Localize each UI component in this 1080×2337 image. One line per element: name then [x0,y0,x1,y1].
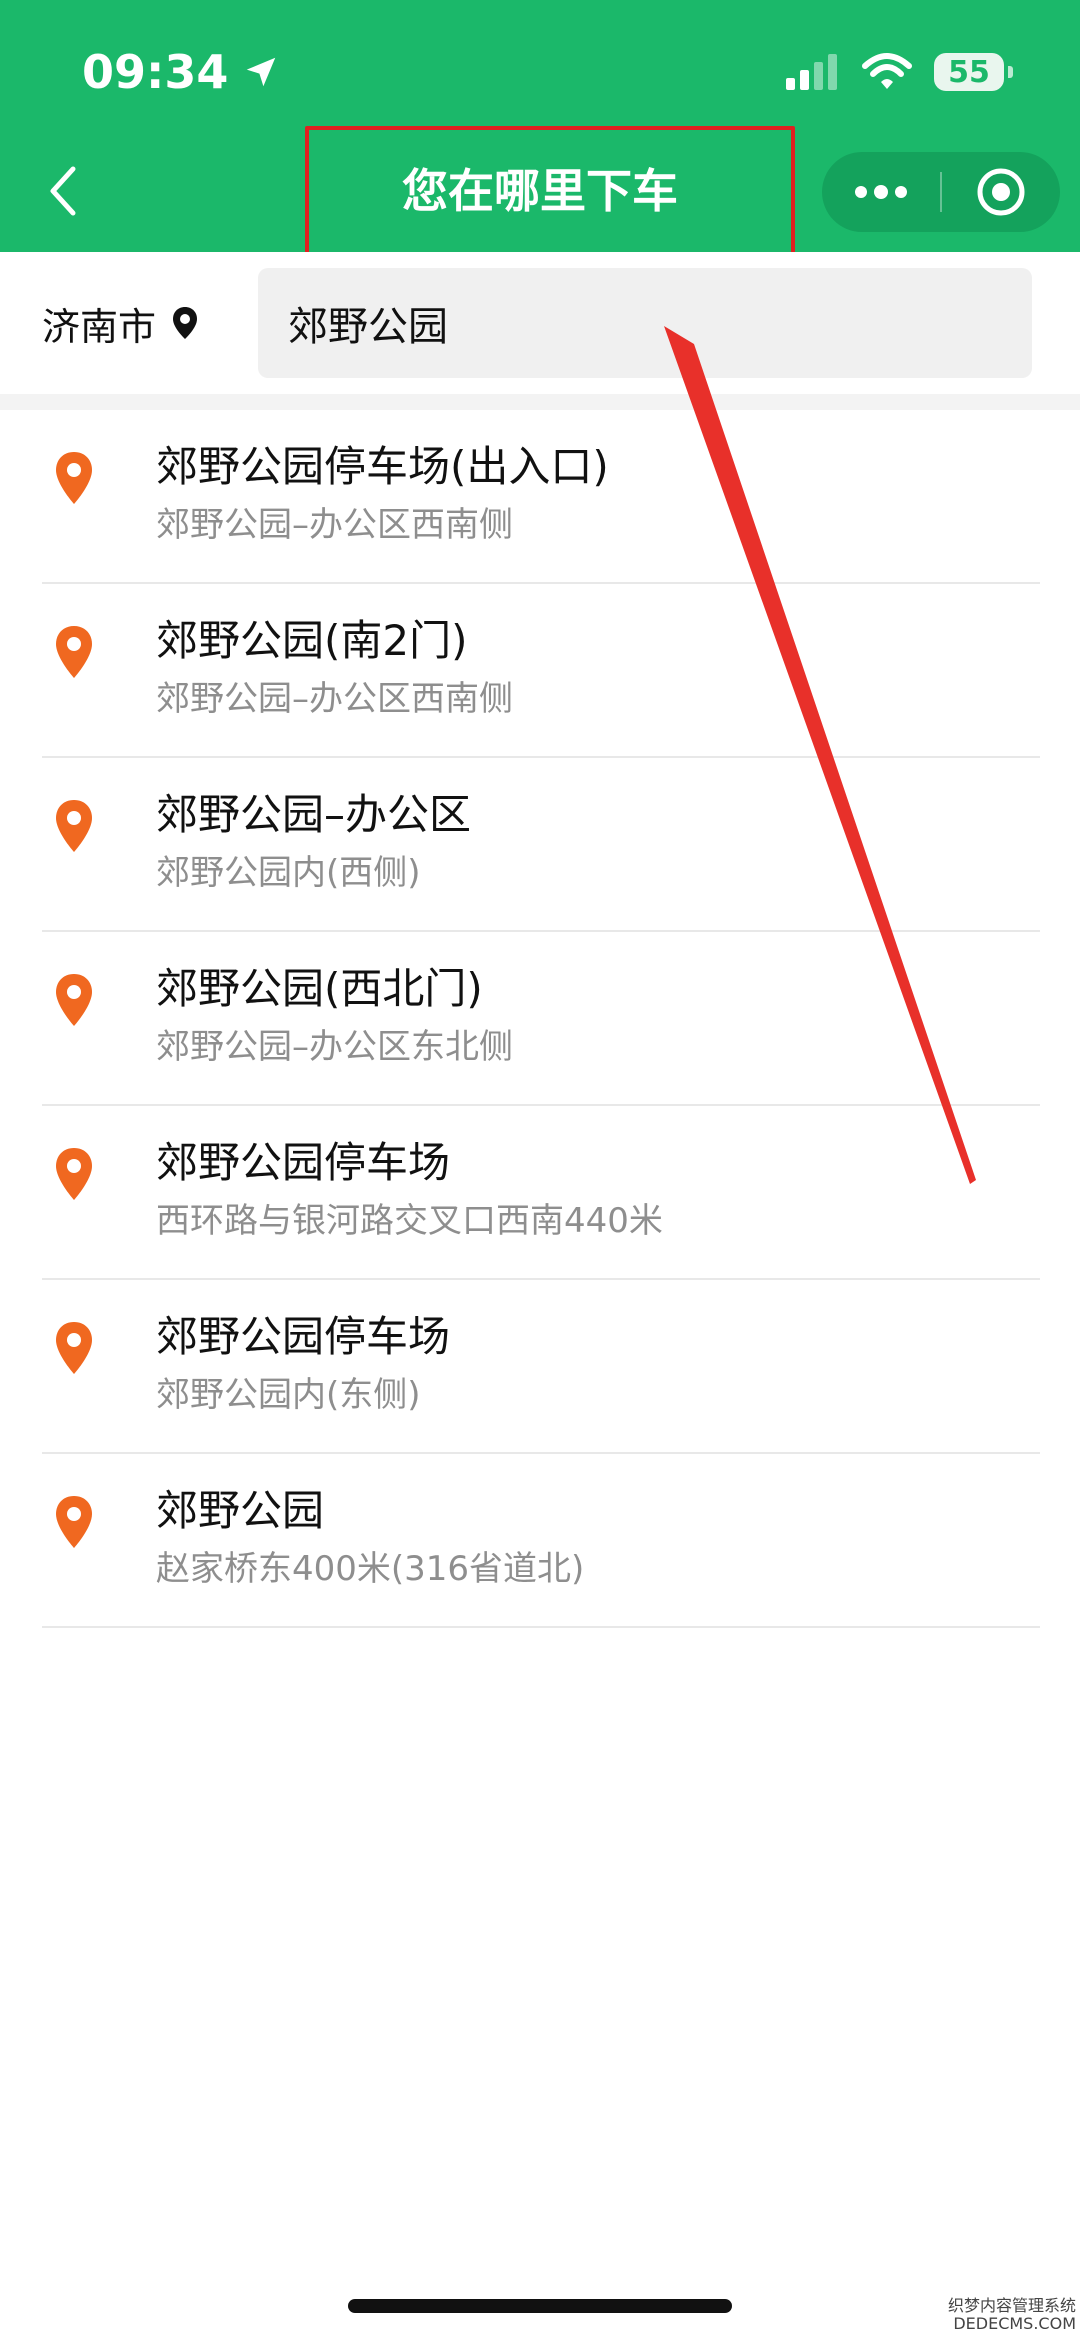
result-name: 郊野公园停车场 [156,1312,451,1361]
annotation-arrow [664,326,976,1184]
result-item[interactable]: 郊野公园停车场郊野公园内(东侧) [14,1280,1066,1454]
result-address: 郊野公园内(东侧) [156,1375,421,1415]
watermark: 织梦内容管理系统 DEDECMS.COM [948,2297,1076,2333]
home-indicator [348,2299,732,2313]
location-pin-icon [56,1322,92,1374]
row-divider [42,1626,1040,1628]
result-name: 郊野公园 [156,1486,325,1535]
result-item[interactable]: 郊野公园赵家桥东400米(316省道北) [14,1454,1066,1628]
watermark-line-1: 织梦内容管理系统 [947,2296,1076,2315]
location-pin-icon [56,1496,92,1548]
result-address: 赵家桥东400米(316省道北) [156,1549,585,1589]
watermark-line-2: DEDECMS.COM [953,2314,1076,2333]
